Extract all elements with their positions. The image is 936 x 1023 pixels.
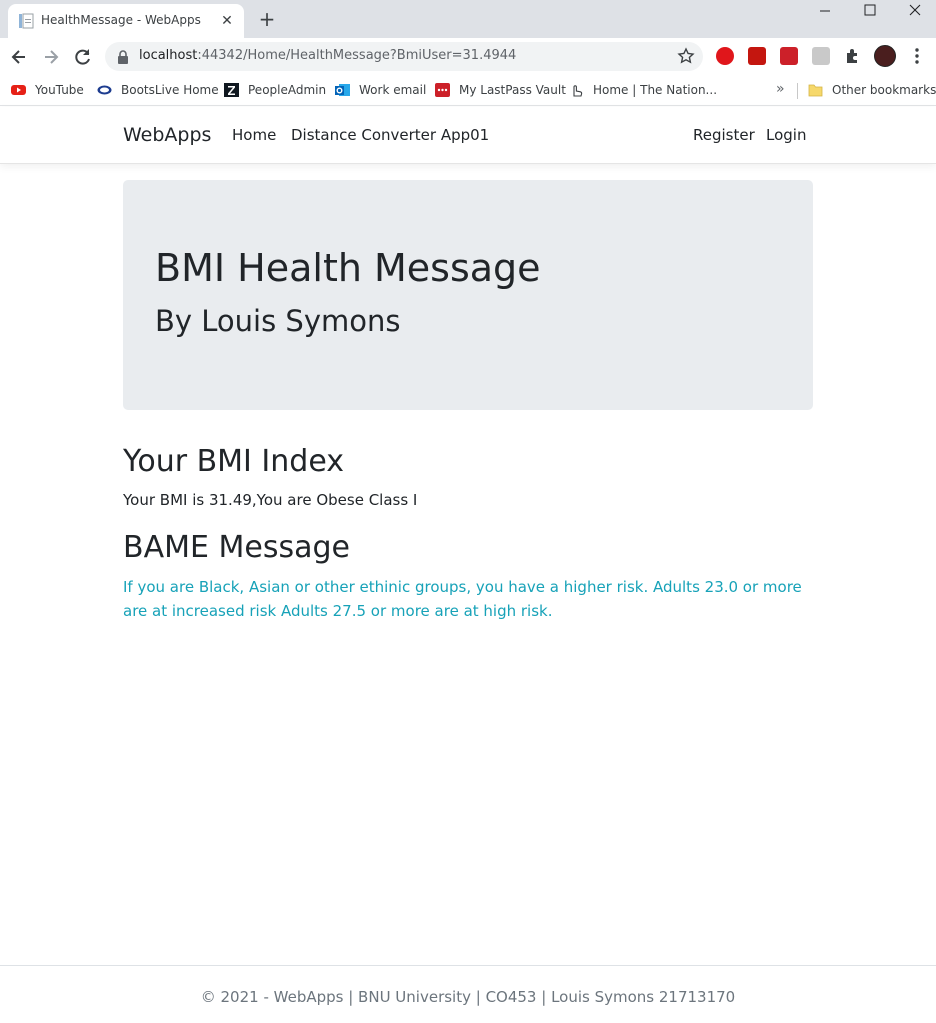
bookmark-label: Home | The Nation... <box>593 83 718 97</box>
bookmark-label: Work email <box>359 83 427 97</box>
page-title: BMI Health Message <box>155 246 541 290</box>
bmi-heading: Your BMI Index <box>123 444 345 479</box>
bookmarks-bar: YouTube BootsLive Home PeopleAdmin Work … <box>0 75 936 106</box>
browser-tab-bar: HealthMessage - WebApps ✕ + <box>0 0 936 38</box>
lock-icon[interactable] <box>117 50 129 64</box>
bookmark-label: Other bookmarks <box>832 83 936 97</box>
hand-pointer-icon <box>573 85 583 97</box>
footer-text: © 2021 - WebApps | BNU University | CO45… <box>200 988 736 1006</box>
page-subtitle: By Louis Symons <box>155 304 401 338</box>
new-tab-icon[interactable]: + <box>256 9 278 31</box>
bookmark-label: PeopleAdmin <box>248 83 327 97</box>
address-bar[interactable]: localhost:44342/Home/HealthMessage?BmiUs… <box>105 42 703 71</box>
lastpass-extension-icon[interactable] <box>780 47 798 65</box>
tab-title: HealthMessage - WebApps <box>41 13 201 27</box>
lastpass-icon <box>435 83 450 97</box>
extension-icon[interactable] <box>812 47 830 65</box>
url-host: localhost <box>139 48 198 63</box>
site-navbar: WebApps Home Distance Converter App01 Re… <box>0 107 936 164</box>
nav-link-home[interactable]: Home <box>232 126 276 144</box>
bookmark-label: My LastPass Vault <box>459 83 566 97</box>
navbar-brand[interactable]: WebApps <box>123 124 211 146</box>
page-favicon-icon <box>19 13 34 29</box>
extensions-puzzle-icon[interactable] <box>844 47 862 65</box>
jumbotron: BMI Health Message By Louis Symons <box>123 180 813 410</box>
window-minimize-icon[interactable] <box>802 0 848 28</box>
url-path: :44342/Home/HealthMessage?BmiUser=31.494… <box>197 48 517 63</box>
profile-avatar[interactable] <box>874 45 896 67</box>
footer: © 2021 - WebApps | BNU University | CO45… <box>0 965 936 1023</box>
bookmark-label: YouTube <box>35 83 84 97</box>
nav-link-register[interactable]: Register <box>693 126 755 144</box>
folder-icon <box>808 84 823 97</box>
window-close-icon[interactable] <box>892 0 936 28</box>
outlook-icon <box>335 84 350 96</box>
tab-close-icon[interactable]: ✕ <box>218 12 236 30</box>
adblock-extension-icon[interactable] <box>716 47 734 65</box>
browser-toolbar: localhost:44342/Home/HealthMessage?BmiUs… <box>0 38 936 75</box>
url-text[interactable]: localhost:44342/Home/HealthMessage?BmiUs… <box>139 48 516 63</box>
bookmark-label: BootsLive Home <box>121 83 219 97</box>
bookmark-star-icon[interactable] <box>677 47 695 65</box>
reload-icon[interactable] <box>72 46 94 68</box>
peopleadmin-icon <box>224 83 239 97</box>
bame-message-text: If you are Black, Asian or other ethinic… <box>123 578 802 620</box>
boots-icon <box>97 85 112 95</box>
bmi-result-text: Your BMI is 31.49,You are Obese Class I <box>123 491 418 509</box>
forward-arrow-icon[interactable] <box>40 46 62 68</box>
bame-heading: BAME Message <box>123 530 350 565</box>
browser-menu-icon[interactable] <box>910 46 924 66</box>
nav-link-distance-converter[interactable]: Distance Converter App01 <box>291 126 489 144</box>
nav-link-login[interactable]: Login <box>766 126 806 144</box>
browser-tab[interactable]: HealthMessage - WebApps ✕ <box>8 4 244 38</box>
window-maximize-icon[interactable] <box>847 0 893 28</box>
bookmarks-divider <box>797 83 798 99</box>
more-bookmarks-icon[interactable]: » <box>776 81 785 97</box>
pdf-extension-icon[interactable] <box>748 47 766 65</box>
youtube-icon <box>11 85 26 95</box>
back-arrow-icon[interactable] <box>8 46 30 68</box>
